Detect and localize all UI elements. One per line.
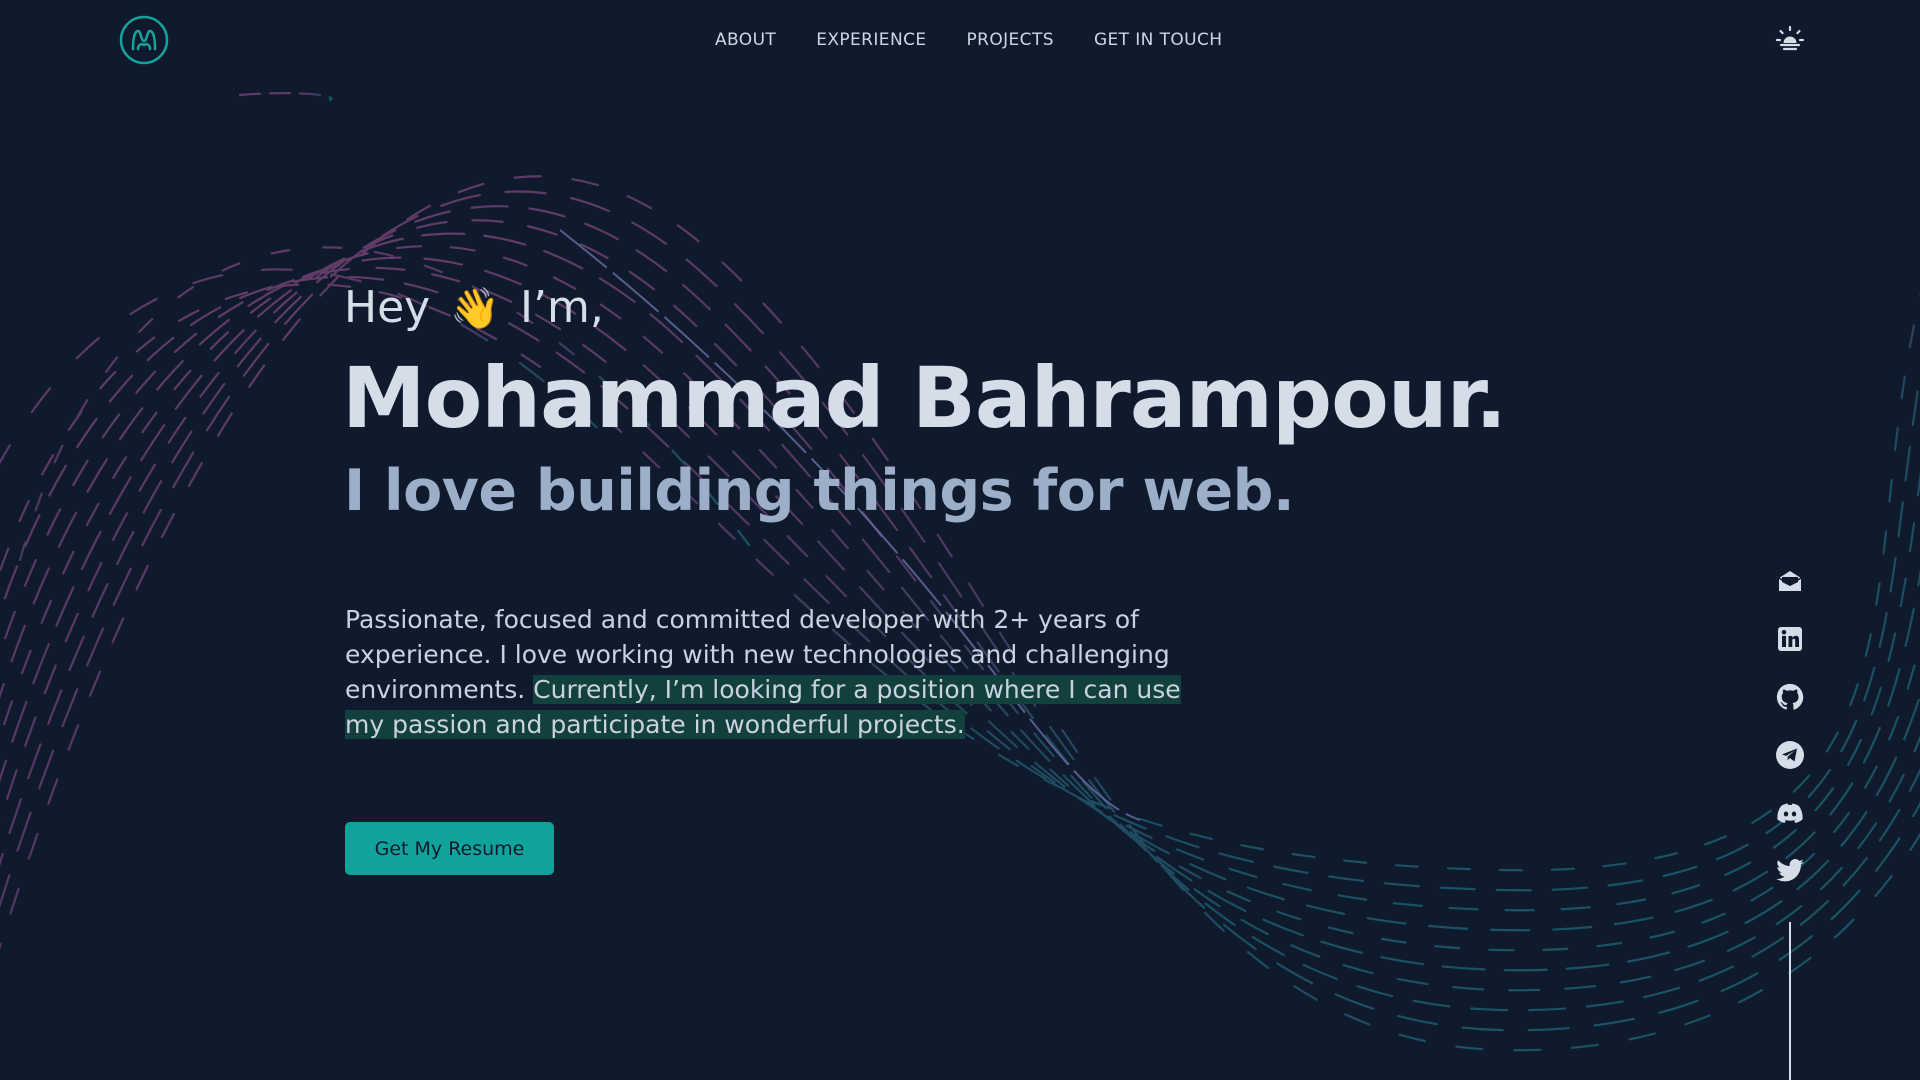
linkedin-icon[interactable] — [1775, 624, 1805, 654]
twitter-icon[interactable] — [1775, 856, 1805, 886]
greeting-im: I’m, — [520, 282, 604, 333]
sun-icon[interactable] — [1774, 24, 1806, 56]
logo-icon[interactable] — [119, 15, 169, 65]
email-icon[interactable] — [1775, 566, 1805, 596]
telegram-icon[interactable] — [1775, 740, 1805, 770]
hero-tagline: I love building things for web. — [344, 458, 1295, 524]
waving-hand-icon: 👋 — [450, 286, 501, 332]
nav-experience[interactable]: EXPERIENCE — [816, 28, 926, 52]
social-links — [1774, 566, 1806, 886]
nav-about[interactable]: ABOUT — [715, 28, 776, 52]
page: ABOUT EXPERIENCE PROJECTS GET IN TOUCH H… — [0, 0, 1920, 1080]
discord-icon[interactable] — [1775, 798, 1805, 828]
get-resume-button[interactable]: Get My Resume — [345, 822, 554, 875]
hero-name: Mohammad Bahrampour. — [342, 349, 1507, 447]
nav-projects[interactable]: PROJECTS — [966, 28, 1053, 52]
github-icon[interactable] — [1775, 682, 1805, 712]
hero-bio: Passionate, focused and committed develo… — [345, 602, 1185, 742]
greeting-hey: Hey — [344, 282, 431, 333]
background-wave-graphic — [0, 92, 1920, 1052]
main-nav: ABOUT EXPERIENCE PROJECTS GET IN TOUCH — [715, 28, 1222, 52]
social-divider-line — [1789, 922, 1791, 1080]
greeting: Hey 👋 I’m, — [344, 280, 604, 337]
nav-get-in-touch[interactable]: GET IN TOUCH — [1094, 28, 1223, 52]
